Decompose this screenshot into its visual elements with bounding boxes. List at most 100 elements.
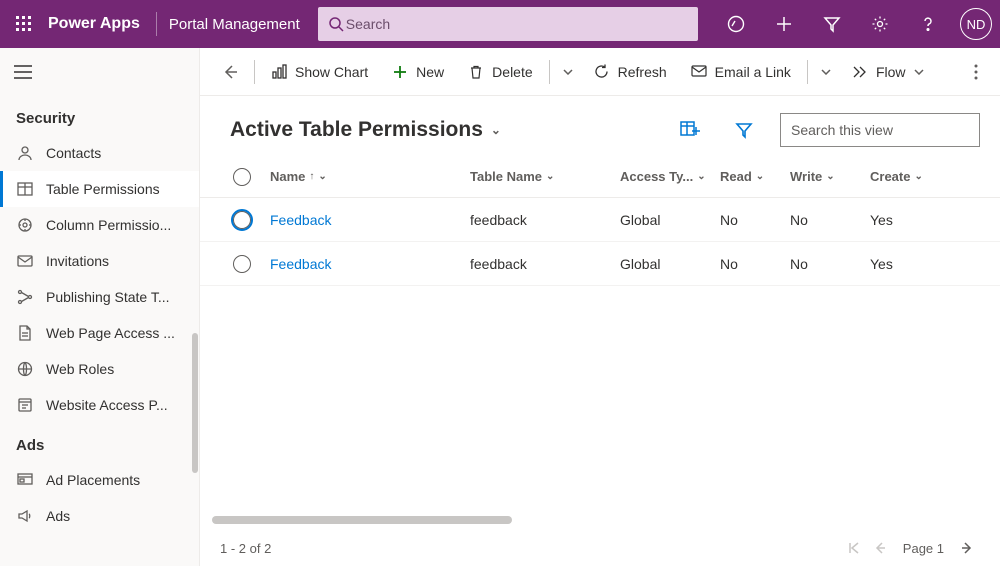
- show-chart-label: Show Chart: [295, 64, 368, 80]
- avatar[interactable]: ND: [960, 8, 992, 40]
- sidebar-group-ads: Ads: [0, 423, 199, 462]
- flow-button[interactable]: Flow: [842, 54, 934, 90]
- sidebar-item-contacts[interactable]: Contacts: [0, 135, 199, 171]
- quick-find-input[interactable]: [789, 121, 974, 139]
- contact-icon: [16, 144, 34, 162]
- command-separator: [807, 60, 808, 84]
- filter-button[interactable]: [726, 112, 762, 148]
- table-row[interactable]: Feedback feedback Global No No Yes: [200, 198, 1000, 242]
- record-summary: 1 - 2 of 2: [220, 541, 271, 556]
- ads-icon: [16, 507, 34, 525]
- row-checkbox[interactable]: [214, 211, 270, 229]
- record-link[interactable]: Feedback: [270, 212, 331, 228]
- content-pane: Show Chart New Delete Refresh Email a Li…: [200, 48, 1000, 566]
- sidebar-group-security: Security: [0, 96, 199, 135]
- chevron-down-icon: ⌄: [756, 171, 764, 182]
- pager-prev-button[interactable]: [867, 535, 893, 561]
- access-icon: [16, 396, 34, 414]
- column-header-table-name[interactable]: Table Name⌄: [470, 169, 620, 184]
- sidebar-item-label: Web Roles: [46, 361, 199, 377]
- add-icon[interactable]: [760, 0, 808, 48]
- delete-button[interactable]: Delete: [458, 54, 542, 90]
- cell-create: Yes: [870, 212, 950, 228]
- sidebar-item-column-permissions[interactable]: Column Permissio...: [0, 207, 199, 243]
- sidebar-item-web-roles[interactable]: Web Roles: [0, 351, 199, 387]
- refresh-label: Refresh: [618, 64, 667, 80]
- table-row[interactable]: Feedback feedback Global No No Yes: [200, 242, 1000, 286]
- top-bar: Power Apps Portal Management ND: [0, 0, 1000, 48]
- waffle-icon[interactable]: [0, 0, 48, 48]
- column-header-read[interactable]: Read⌄: [720, 169, 790, 184]
- sidebar-item-table-permissions[interactable]: Table Permissions: [0, 171, 199, 207]
- grid-header-row: Name↑⌄ Table Name⌄ Access Ty...⌄ Read⌄ W…: [200, 156, 1000, 198]
- column-header-write[interactable]: Write⌄: [790, 169, 870, 184]
- view-selector[interactable]: Active Table Permissions ⌄: [230, 118, 501, 142]
- global-search[interactable]: [318, 7, 698, 41]
- column-header-name[interactable]: Name↑⌄: [270, 169, 470, 184]
- plus-icon: [392, 64, 408, 80]
- sidebar-item-ad-placements[interactable]: Ad Placements: [0, 462, 199, 498]
- back-button[interactable]: [212, 54, 248, 90]
- email-link-button[interactable]: Email a Link: [681, 54, 801, 90]
- chevron-down-icon: ⌄: [697, 171, 705, 182]
- assistant-icon[interactable]: [712, 0, 760, 48]
- column-header-access-type[interactable]: Access Ty...⌄: [620, 169, 720, 184]
- placements-icon: [16, 471, 34, 489]
- sidebar-item-label: Publishing State T...: [46, 289, 199, 305]
- grid-footer: 1 - 2 of 2 Page 1: [200, 530, 1000, 566]
- sidebar-item-publishing-state[interactable]: Publishing State T...: [0, 279, 199, 315]
- settings-icon[interactable]: [856, 0, 904, 48]
- record-link[interactable]: Feedback: [270, 256, 331, 272]
- chevron-down-icon: ⌄: [318, 171, 326, 182]
- brand-label[interactable]: Power Apps: [48, 15, 152, 33]
- sidebar-scrollbar[interactable]: [192, 333, 198, 473]
- view-header: Active Table Permissions ⌄: [200, 96, 1000, 156]
- command-bar: Show Chart New Delete Refresh Email a Li…: [200, 48, 1000, 96]
- horizontal-scrollbar[interactable]: [212, 516, 988, 526]
- chart-icon: [271, 64, 287, 80]
- command-separator: [549, 60, 550, 84]
- hamburger-icon[interactable]: [0, 48, 199, 96]
- chevron-down-icon: ⌄: [546, 171, 554, 182]
- sidebar-item-website-access[interactable]: Website Access P...: [0, 387, 199, 423]
- quick-find[interactable]: [780, 113, 980, 147]
- select-all-checkbox[interactable]: [214, 168, 270, 186]
- column-header-create[interactable]: Create⌄: [870, 169, 950, 184]
- data-grid: Name↑⌄ Table Name⌄ Access Ty...⌄ Read⌄ W…: [200, 156, 1000, 530]
- new-button[interactable]: New: [382, 54, 454, 90]
- more-icon: [974, 64, 978, 80]
- email-icon: [691, 64, 707, 80]
- sidebar-item-label: Website Access P...: [46, 397, 199, 413]
- pager-first-button[interactable]: [841, 535, 867, 561]
- pager-next-button[interactable]: [954, 535, 980, 561]
- cell-access-type: Global: [620, 256, 720, 272]
- email-split-caret[interactable]: [814, 54, 838, 90]
- cell-table-name: feedback: [470, 212, 620, 228]
- chevron-down-icon: ⌄: [914, 171, 922, 182]
- chevron-down-icon: ⌄: [491, 123, 501, 137]
- global-search-input[interactable]: [344, 15, 688, 33]
- sidebar-item-label: Invitations: [46, 253, 199, 269]
- search-icon: [328, 16, 344, 32]
- row-checkbox[interactable]: [214, 255, 270, 273]
- new-label: New: [416, 64, 444, 80]
- show-chart-button[interactable]: Show Chart: [261, 54, 378, 90]
- sidebar-item-ads[interactable]: Ads: [0, 498, 199, 534]
- sidebar-item-label: Ads: [46, 508, 199, 524]
- sidebar-item-label: Web Page Access ...: [46, 325, 199, 341]
- cell-table-name: feedback: [470, 256, 620, 272]
- trash-icon: [468, 64, 484, 80]
- cell-create: Yes: [870, 256, 950, 272]
- publish-icon: [16, 288, 34, 306]
- sidebar-item-web-page-access[interactable]: Web Page Access ...: [0, 315, 199, 351]
- help-icon[interactable]: [904, 0, 952, 48]
- refresh-button[interactable]: Refresh: [584, 54, 677, 90]
- edit-columns-button[interactable]: [672, 112, 708, 148]
- cell-read: No: [720, 256, 790, 272]
- sidebar-item-invitations[interactable]: Invitations: [0, 243, 199, 279]
- overflow-button[interactable]: [964, 54, 988, 90]
- filter-icon[interactable]: [808, 0, 856, 48]
- delete-split-caret[interactable]: [556, 54, 580, 90]
- cell-write: No: [790, 256, 870, 272]
- chevron-down-icon: [914, 69, 924, 75]
